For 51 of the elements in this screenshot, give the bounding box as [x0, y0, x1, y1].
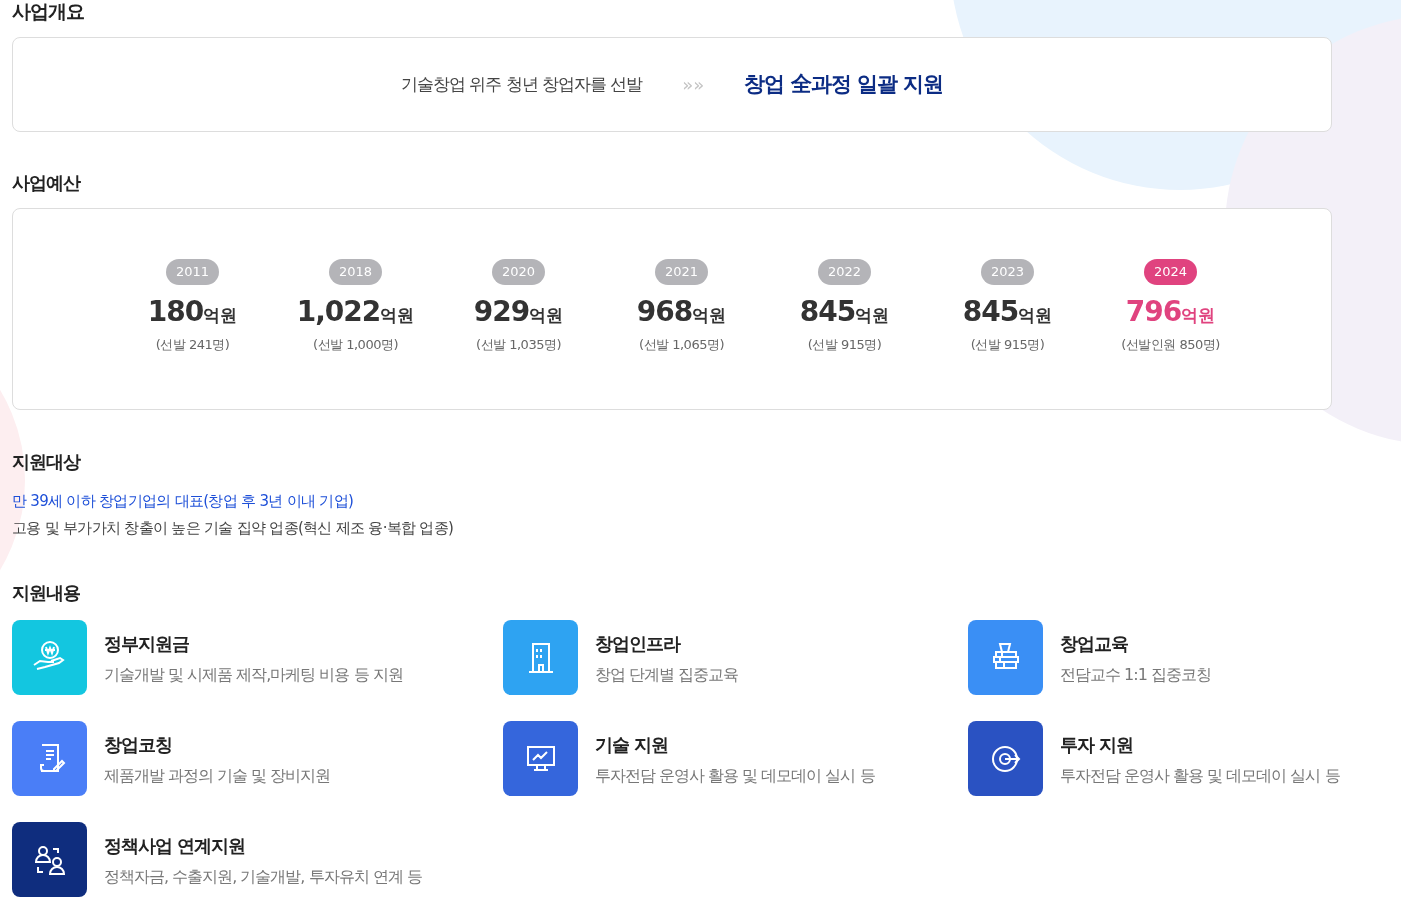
- selection-note: (선발 915명): [807, 336, 882, 354]
- section-heading: 지원대상: [12, 450, 82, 474]
- target-text: 고용 및 부가가치 창출이 높은 기술 집약 업종(혁신 제조 융·복합 업종): [12, 517, 455, 539]
- budget-amount: 180: [147, 294, 204, 330]
- year-badge: 2024: [1143, 259, 1198, 285]
- year-badge: 2018: [328, 259, 383, 285]
- budget-amount: 968: [636, 294, 693, 330]
- selection-note: (선발 1,065명): [639, 336, 724, 354]
- item-title: 정부지원금: [104, 632, 190, 656]
- selection-note: (선발 1,000명): [313, 336, 398, 354]
- budget-amount: 845: [799, 294, 856, 330]
- item-title: 기술 지원: [595, 733, 670, 757]
- section-heading: 사업개요: [12, 0, 85, 22]
- budget-unit: 억원: [1181, 305, 1216, 327]
- budget-unit: 억원: [529, 305, 564, 327]
- section-heading: 사업예산: [12, 171, 82, 195]
- item-title: 창업교육: [1060, 632, 1129, 656]
- item-description: 기술개발 및 시제품 제작,마케팅 비용 등 지원: [104, 664, 403, 686]
- item-description: 정책자금, 수출지원, 기술개발, 투자유치 연계 등: [104, 866, 422, 888]
- budget-amount: 929: [473, 294, 530, 330]
- budget-unit: 억원: [692, 305, 727, 327]
- selection-note: (선발인원 850명): [1121, 336, 1220, 354]
- year-badge: 2021: [654, 259, 709, 285]
- budget-unit: 억원: [203, 305, 238, 327]
- overview-text: 기술창업 위주 청년 창업자를 선발: [400, 72, 643, 96]
- budget-unit: 억원: [380, 304, 415, 327]
- section-heading: 지원내용: [12, 581, 81, 605]
- year-badge: 2022: [817, 259, 872, 285]
- budget-amount: 845: [962, 294, 1019, 330]
- budget-amount: 796: [1125, 294, 1182, 330]
- budget-unit: 억원: [855, 305, 890, 327]
- item-title: 창업인프라: [595, 632, 682, 656]
- budget-amount: 1,022: [296, 294, 381, 330]
- year-badge: 2020: [491, 259, 546, 285]
- overview-highlight: 창업 全과정 일괄 지원: [744, 70, 944, 98]
- item-title: 투자 지원: [1060, 733, 1135, 757]
- item-description: 제품개발 과정의 기술 및 장비지원: [104, 765, 331, 787]
- budget-unit: 억원: [1018, 305, 1053, 327]
- item-title: 정책사업 연계지원: [104, 834, 247, 858]
- selection-note: (선발 1,035명): [476, 336, 561, 354]
- item-description: 전담교수 1:1 집중코칭: [1060, 664, 1211, 686]
- item-title: 창업코칭: [104, 733, 173, 757]
- item-description: 투자전담 운영사 활용 및 데모데이 실시 등: [1060, 765, 1340, 787]
- item-description: 투자전담 운영사 활용 및 데모데이 실시 등: [595, 765, 875, 787]
- year-badge: 2023: [980, 259, 1035, 285]
- arrow-text: »»: [682, 73, 705, 97]
- year-badge: 2011: [165, 259, 220, 285]
- selection-note: (선발 915명): [970, 336, 1045, 354]
- selection-note: (선발 241명): [155, 336, 230, 354]
- target-text: 만 39세 이하 창업기업의 대표(창업 후 3년 이내 기업): [12, 491, 355, 512]
- item-description: 창업 단계별 집중교육: [595, 664, 739, 686]
